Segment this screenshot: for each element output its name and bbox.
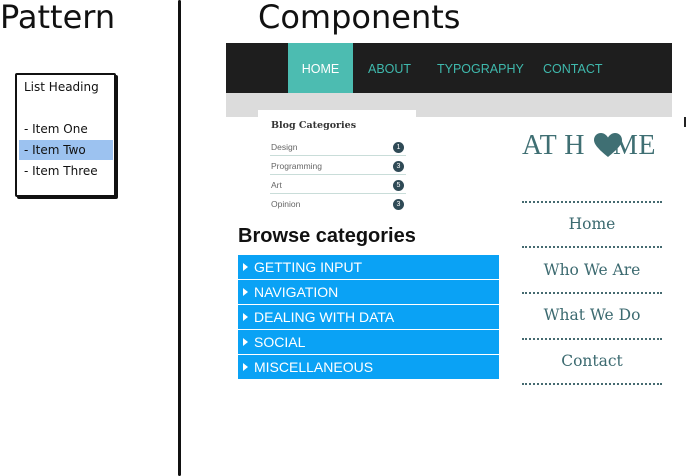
browse-categories-title: Browse categories <box>238 225 416 247</box>
top-nav-bar: HOME ABOUT TYPOGRAPHY CONTACT <box>226 43 672 93</box>
browse-item-label: SOCIAL <box>254 334 306 350</box>
pattern-list-item-three[interactable]: - Item Three <box>19 161 113 181</box>
count-badge: 3 <box>393 161 404 172</box>
count-badge: 3 <box>393 199 404 210</box>
blog-category-design[interactable]: Design 1 <box>270 137 406 156</box>
browse-item-label: NAVIGATION <box>254 284 339 300</box>
browse-item-label: MISCELLANEOUS <box>254 359 374 375</box>
blog-category-art[interactable]: Art 5 <box>270 175 406 194</box>
components-title: Components <box>258 0 461 36</box>
side-menu-what-we-do[interactable]: What We Do <box>522 306 662 324</box>
side-menu-contact[interactable]: Contact <box>522 352 662 370</box>
pattern-title: Pattern <box>0 0 116 36</box>
nav-item-contact[interactable]: CONTACT <box>543 43 603 93</box>
menu-divider <box>522 201 662 203</box>
caret-right-icon <box>243 313 248 321</box>
blog-category-label: Opinion <box>271 199 301 209</box>
menu-divider <box>522 292 662 294</box>
blog-categories-card: Blog Categories Design 1 Programming 3 A… <box>258 110 416 215</box>
nav-item-about[interactable]: ABOUT <box>368 43 411 93</box>
pattern-list-heading: List Heading <box>24 80 99 94</box>
browse-item-label: DEALING WITH DATA <box>254 309 395 325</box>
side-menu-home[interactable]: Home <box>522 215 662 233</box>
menu-divider <box>522 246 662 248</box>
browse-item-label: GETTING INPUT <box>254 259 363 275</box>
at-home-logo: AT H ME <box>522 130 656 162</box>
nav-item-typography[interactable]: TYPOGRAPHY <box>437 43 524 93</box>
browse-item-social[interactable]: SOCIAL <box>238 330 499 354</box>
column-divider <box>178 0 181 476</box>
caret-right-icon <box>243 363 248 371</box>
caret-right-icon <box>243 263 248 271</box>
blog-categories-title: Blog Categories <box>271 120 357 131</box>
menu-divider <box>522 383 662 385</box>
pattern-list-box: List Heading - Item One - Item Two - Ite… <box>15 73 116 197</box>
menu-divider <box>522 338 662 340</box>
blog-category-label: Design <box>271 142 298 152</box>
blog-category-programming[interactable]: Programming 3 <box>270 156 406 175</box>
browse-item-getting-input[interactable]: GETTING INPUT <box>238 255 499 279</box>
browse-item-miscellaneous[interactable]: MISCELLANEOUS <box>238 355 499 379</box>
nav-item-home[interactable]: HOME <box>288 43 353 93</box>
blog-category-label: Art <box>271 180 282 190</box>
caret-right-icon <box>243 288 248 296</box>
blog-category-label: Programming <box>271 161 323 171</box>
blog-category-opinion[interactable]: Opinion 3 <box>270 194 406 213</box>
caret-right-icon <box>243 338 248 346</box>
browse-item-navigation[interactable]: NAVIGATION <box>238 280 499 304</box>
browse-item-dealing-with-data[interactable]: DEALING WITH DATA <box>238 305 499 329</box>
side-menu-who-we-are[interactable]: Who We Are <box>522 261 662 279</box>
count-badge: 5 <box>393 180 404 191</box>
edge-mark <box>684 117 686 127</box>
pattern-list-item-two[interactable]: - Item Two <box>19 140 113 160</box>
pattern-list-item-one[interactable]: - Item One <box>19 119 113 139</box>
count-badge: 1 <box>393 142 404 153</box>
heart-icon <box>594 133 622 157</box>
logo-text-start: AT H <box>522 130 585 161</box>
